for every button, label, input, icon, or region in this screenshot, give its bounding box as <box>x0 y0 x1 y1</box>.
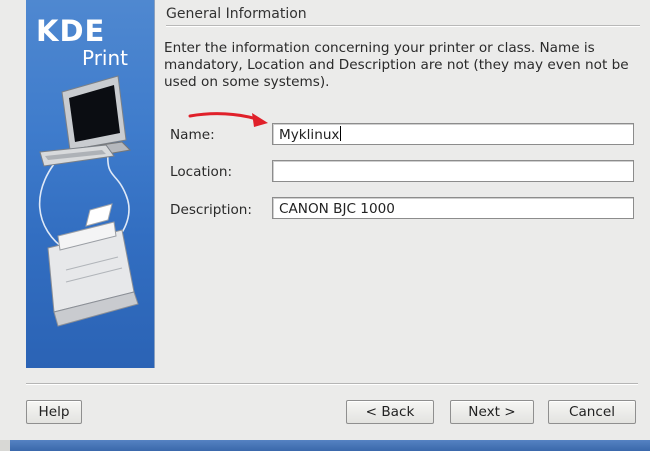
wizard-window: KDE Print General Information Enter the <box>0 0 650 440</box>
description-field[interactable]: CANON BJC 1000 <box>272 197 634 219</box>
description-label: Description: <box>170 202 253 218</box>
wizard-sidebar: KDE Print <box>26 0 155 368</box>
name-field[interactable]: Myklinux <box>272 123 634 145</box>
name-field-value: Myklinux <box>279 127 340 143</box>
text-caret <box>340 126 342 141</box>
printer-illustration <box>38 75 139 327</box>
next-button[interactable]: Next > <box>450 400 534 424</box>
taskbar <box>10 440 650 451</box>
help-button[interactable]: Help <box>26 400 82 424</box>
location-label: Location: <box>170 164 233 180</box>
cancel-button[interactable]: Cancel <box>548 400 636 424</box>
button-divider <box>26 383 638 385</box>
printer-icon <box>47 203 139 327</box>
section-divider <box>166 25 640 27</box>
section-title: General Information <box>166 6 307 22</box>
intro-text: Enter the information concerning your pr… <box>164 40 629 90</box>
computer-icon <box>39 75 132 167</box>
desktop-edge <box>0 440 10 451</box>
location-field[interactable] <box>272 160 634 182</box>
back-button[interactable]: < Back <box>346 400 434 424</box>
name-label: Name: <box>170 127 215 143</box>
